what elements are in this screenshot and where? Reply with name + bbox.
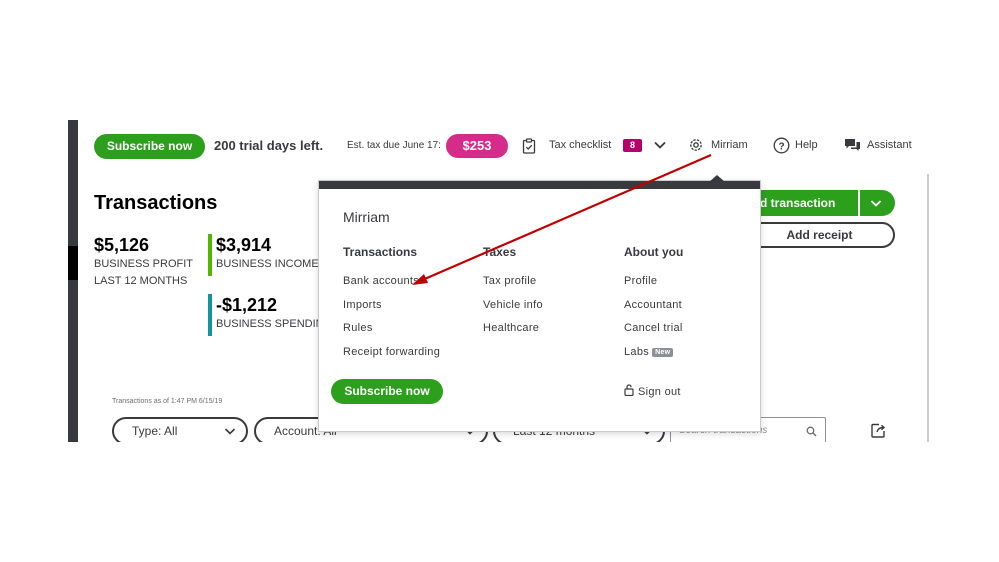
scroll-edge-divider <box>927 174 929 442</box>
menu-item-tax-profile[interactable]: Tax profile <box>483 275 543 299</box>
menu-top-border <box>319 181 760 189</box>
app-window: Subscribe now 200 trial days left. Est. … <box>68 120 930 442</box>
gear-icon[interactable] <box>688 137 704 153</box>
page-title: Transactions <box>94 192 218 214</box>
svg-text:?: ? <box>778 141 784 152</box>
stat-label: BUSINESS INCOME <box>216 258 319 270</box>
menu-item-imports[interactable]: Imports <box>343 299 440 323</box>
lock-icon <box>624 384 634 397</box>
menu-subscribe-now-button[interactable]: Subscribe now <box>331 379 443 404</box>
type-filter-select[interactable]: Type: All <box>112 417 248 442</box>
menu-item-healthcare[interactable]: Healthcare <box>483 322 543 346</box>
stat-value: -$1,212 <box>216 295 278 315</box>
menu-item-vehicle-info[interactable]: Vehicle info <box>483 299 543 323</box>
stat-label: BUSINESS PROFIT <box>94 258 194 270</box>
stat-value: $3,914 <box>216 235 272 255</box>
tax-checklist-count-badge: 8 <box>623 139 642 152</box>
type-filter-value: Type: All <box>132 424 178 438</box>
menu-pointer-notch <box>709 175 725 182</box>
add-receipt-button[interactable]: Add receipt <box>744 222 895 248</box>
menu-item-receipt-forwarding[interactable]: Receipt forwarding <box>343 346 440 370</box>
menu-column-transactions: Transactions Bank accounts Imports Rules… <box>343 245 440 369</box>
chevron-down-icon <box>870 200 882 207</box>
stat-sublabel: LAST 12 MONTHS <box>94 275 188 287</box>
chevron-down-icon[interactable] <box>653 139 667 151</box>
user-settings-dropdown-menu: Mirriam Transactions Bank accounts Impor… <box>318 175 761 432</box>
menu-item-bank-accounts[interactable]: Bank accounts <box>343 275 440 299</box>
export-icon[interactable] <box>870 422 887 439</box>
search-icon <box>806 426 817 437</box>
menu-item-labs-label: Labs <box>624 345 650 358</box>
tax-checklist-link[interactable]: Tax checklist <box>549 139 611 151</box>
menu-column-taxes: Taxes Tax profile Vehicle info Healthcar… <box>483 245 543 346</box>
new-badge: New <box>652 347 674 357</box>
subscribe-now-button[interactable]: Subscribe now <box>94 134 205 159</box>
menu-item-profile[interactable]: Profile <box>624 275 683 299</box>
stat-label: BUSINESS SPENDING <box>216 318 333 330</box>
est-tax-amount-button[interactable]: $253 <box>446 134 508 158</box>
menu-item-cancel-trial[interactable]: Cancel trial <box>624 322 683 346</box>
menu-heading-about-you: About you <box>624 245 684 259</box>
chevron-down-icon <box>224 428 236 435</box>
business-spending-stat[interactable]: -$1,212 BUSINESS SPENDING <box>208 294 332 336</box>
left-nav-rail <box>68 120 78 442</box>
left-nav-indicator <box>68 246 78 280</box>
menu-item-rules[interactable]: Rules <box>343 322 440 346</box>
menu-item-labs[interactable]: Labs New <box>624 346 683 370</box>
transactions-as-of-text: Transactions as of 1:47 PM 6/15/19 <box>112 398 223 405</box>
menu-column-about-you: About you Profile Accountant Cancel tria… <box>624 245 683 369</box>
chat-bubbles-icon[interactable] <box>844 137 861 153</box>
help-circle-icon[interactable]: ? <box>773 137 790 154</box>
help-link[interactable]: Help <box>795 139 818 151</box>
trial-days-text: 200 trial days left. <box>214 138 324 153</box>
user-menu-button[interactable]: Mirriam <box>711 139 748 151</box>
assistant-link[interactable]: Assistant <box>867 139 912 151</box>
stat-value: $5,126 <box>94 235 150 255</box>
business-profit-stat[interactable]: $5,126 BUSINESS PROFIT LAST 12 MONTHS <box>94 234 193 290</box>
add-transaction-dropdown-button[interactable] <box>860 190 895 216</box>
business-income-stat[interactable]: $3,914 BUSINESS INCOME <box>208 234 319 276</box>
menu-heading-taxes: Taxes <box>483 245 517 259</box>
menu-heading-transactions: Transactions <box>343 245 418 259</box>
est-tax-label: Est. tax due June 17: <box>347 140 441 151</box>
sign-out-label: Sign out <box>638 386 681 398</box>
menu-item-accountant[interactable]: Accountant <box>624 299 683 323</box>
clipboard-icon[interactable] <box>522 138 536 154</box>
sign-out-link[interactable]: Sign out <box>624 384 681 398</box>
menu-user-name: Mirriam <box>343 209 390 225</box>
